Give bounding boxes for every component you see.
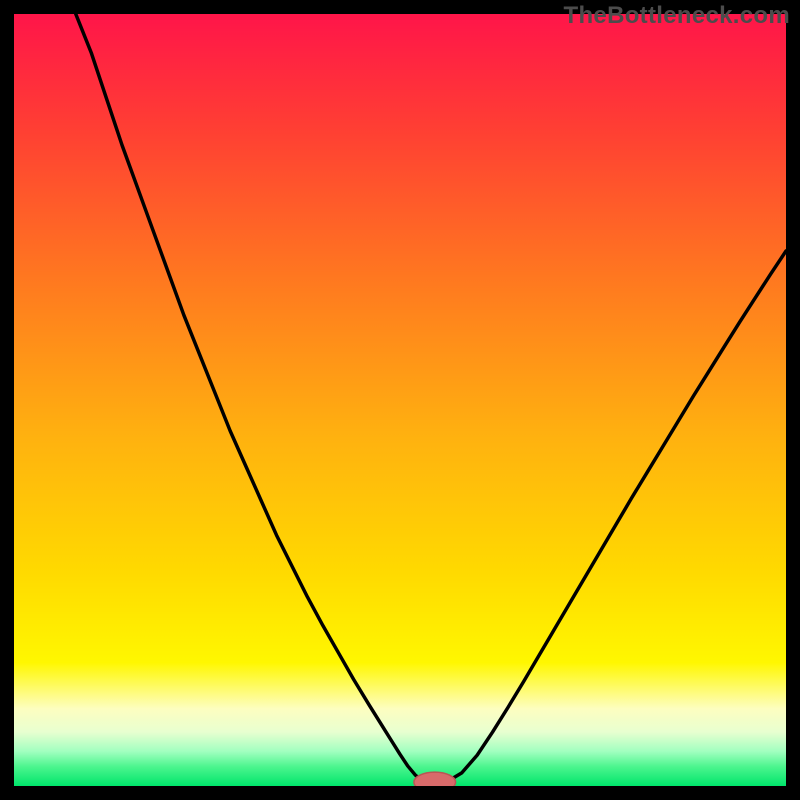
chart-frame: TheBottleneck.com — [0, 0, 800, 800]
gradient-background — [14, 14, 786, 786]
bottleneck-chart — [14, 14, 786, 786]
watermark-text: TheBottleneck.com — [564, 2, 790, 30]
optimal-marker — [414, 772, 456, 786]
